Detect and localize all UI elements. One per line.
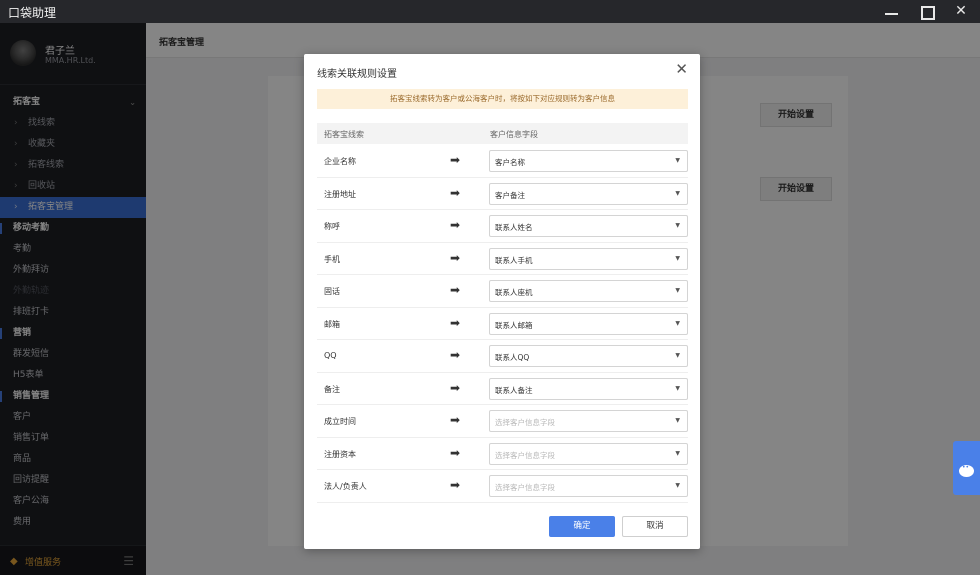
arrow-right-icon: ➡ [450, 413, 461, 427]
field-select[interactable]: 客户名称 ▼ [489, 150, 688, 172]
table-row: QQ ➡ 联系人QQ ▼ [317, 340, 688, 373]
field-select[interactable]: 联系人备注 ▼ [489, 377, 688, 400]
caret-down-icon: ▼ [675, 482, 680, 489]
select-value: 客户备注 [495, 190, 525, 200]
caret-down-icon: ▼ [675, 254, 680, 262]
table-row: 企业名称 ➡ 客户名称 ▼ [317, 145, 688, 178]
maximize-icon[interactable] [911, 2, 941, 21]
chat-icon [959, 464, 974, 477]
arrow-right-icon: ➡ [450, 283, 461, 297]
row-label: 企业名称 [324, 157, 356, 166]
select-value: 客户名称 [495, 158, 525, 167]
select-value: 联系人姓名 [495, 223, 533, 232]
table-row: 备注 ➡ 联系人备注 ▼ [317, 373, 688, 405]
minimize-icon[interactable] [877, 2, 907, 21]
field-select[interactable]: 选择客户信息字段 ▼ [489, 442, 688, 465]
close-icon[interactable]: ✕ [675, 62, 688, 77]
table-header: 拓客宝线索 客户信息字段 [317, 123, 688, 144]
select-placeholder: 选择客户信息字段 [495, 418, 555, 427]
arrow-right-icon: ➡ [450, 153, 461, 167]
row-label: 称呼 [324, 222, 340, 231]
app-title: 口袋助理 [8, 6, 57, 20]
lead-mapping-dialog: 线索关联规则设置 ✕ 拓客宝线索转为客户或公海客户时，将按如下对应规则转为客户信… [304, 54, 700, 549]
select-value: 联系人备注 [495, 385, 533, 395]
caret-down-icon: ▼ [675, 449, 680, 457]
row-label: 备注 [324, 384, 340, 394]
column-header-lead: 拓客宝线索 [324, 130, 364, 139]
field-select[interactable]: 联系人QQ ▼ [489, 345, 688, 367]
chat-float-button[interactable] [953, 441, 980, 495]
close-icon[interactable]: ✕ [946, 2, 976, 21]
field-select[interactable]: 联系人姓名 ▼ [489, 215, 688, 237]
table-row: 成立时间 ➡ 选择客户信息字段 ▼ [317, 405, 688, 438]
arrow-right-icon: ➡ [450, 445, 461, 460]
caret-down-icon: ▼ [675, 189, 680, 197]
select-value: 联系人邮箱 [495, 320, 533, 330]
table-row: 注册资本 ➡ 选择客户信息字段 ▼ [317, 438, 688, 470]
caret-down-icon: ▼ [675, 384, 680, 392]
row-label: 法人/负责人 [324, 482, 367, 491]
arrow-right-icon: ➡ [450, 218, 461, 232]
row-label: 注册地址 [324, 189, 356, 199]
arrow-right-icon: ➡ [450, 478, 461, 492]
select-placeholder: 选择客户信息字段 [495, 483, 555, 492]
field-select[interactable]: 联系人手机 ▼ [489, 247, 688, 270]
notice-banner: 拓客宝线索转为客户或公海客户时，将按如下对应规则转为客户信息 [317, 89, 688, 109]
table-row: 固话 ➡ 联系人座机 ▼ [317, 275, 688, 308]
table-row: 称呼 ➡ 联系人姓名 ▼ [317, 210, 688, 243]
table-row: 手机 ➡ 联系人手机 ▼ [317, 243, 688, 275]
row-label: 成立时间 [324, 417, 356, 426]
caret-down-icon: ▼ [675, 417, 680, 424]
arrow-right-icon: ➡ [450, 348, 461, 362]
caret-down-icon: ▼ [675, 222, 680, 229]
confirm-button[interactable]: 确定 [549, 516, 615, 537]
field-select[interactable]: 客户备注 ▼ [489, 182, 688, 205]
table-row: 邮箱 ➡ 联系人邮箱 ▼ [317, 308, 688, 340]
field-select[interactable]: 联系人座机 ▼ [489, 280, 688, 302]
field-select[interactable]: 选择客户信息字段 ▼ [489, 475, 688, 497]
table-row: 法人/负责人 ➡ 选择客户信息字段 ▼ [317, 470, 688, 503]
arrow-right-icon: ➡ [450, 380, 461, 395]
arrow-right-icon: ➡ [450, 250, 461, 265]
caret-down-icon: ▼ [675, 319, 680, 327]
mapping-rows: 企业名称 ➡ 客户名称 ▼ 注册地址 ➡ 客户备注 ▼ 称呼 ➡ 联系人姓名 ▼ 手机… [317, 145, 688, 503]
title-bar: 口袋助理 ✕ [0, 0, 980, 23]
cancel-button[interactable]: 取消 [622, 516, 688, 537]
caret-down-icon: ▼ [675, 157, 680, 164]
caret-down-icon: ▼ [675, 352, 680, 359]
field-select[interactable]: 联系人邮箱 ▼ [489, 312, 688, 335]
select-value: 联系人QQ [495, 353, 530, 362]
row-label: 固话 [324, 287, 340, 296]
caret-down-icon: ▼ [675, 287, 680, 294]
dialog-title: 线索关联规则设置 [317, 69, 397, 80]
arrow-right-icon: ➡ [450, 185, 461, 200]
select-value: 联系人手机 [495, 255, 533, 265]
field-select[interactable]: 选择客户信息字段 ▼ [489, 410, 688, 432]
select-placeholder: 选择客户信息字段 [495, 450, 555, 460]
select-value: 联系人座机 [495, 288, 533, 297]
column-header-customer-field: 客户信息字段 [490, 130, 538, 139]
row-label: QQ [324, 351, 337, 360]
arrow-right-icon: ➡ [450, 315, 461, 330]
row-label: 注册资本 [324, 449, 356, 459]
row-label: 手机 [324, 254, 340, 264]
row-label: 邮箱 [324, 319, 340, 329]
table-row: 注册地址 ➡ 客户备注 ▼ [317, 178, 688, 210]
